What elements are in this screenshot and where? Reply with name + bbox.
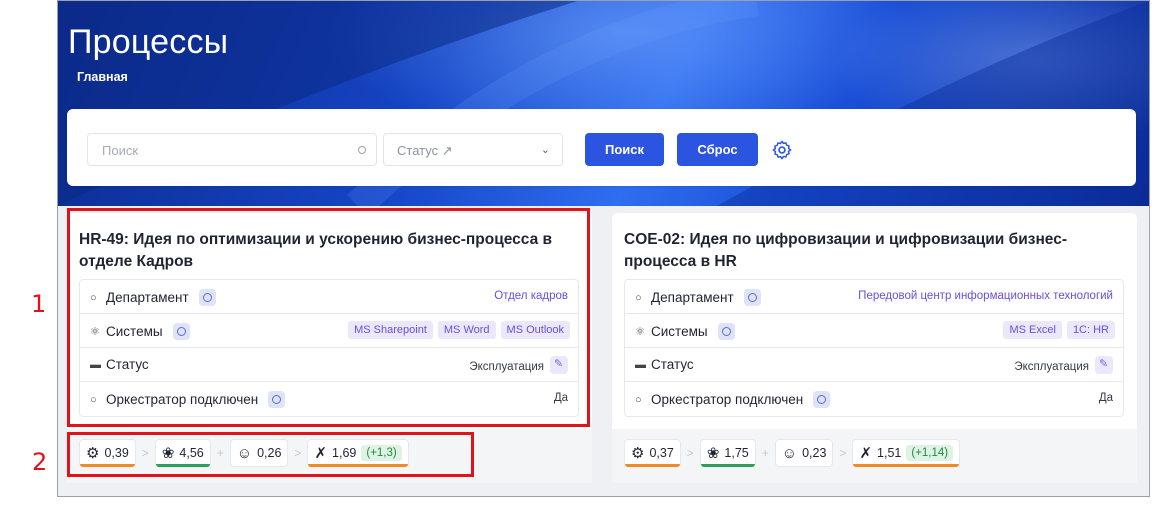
- status-icon: ▬: [635, 358, 646, 371]
- reset-button[interactable]: Сброс: [677, 133, 758, 166]
- circle-icon: ○: [635, 291, 642, 304]
- person-off-icon: ✗: [859, 445, 873, 462]
- prop-row-systems: ⚛ Системы MS Excel 1C: HR: [625, 314, 1123, 348]
- help-icon[interactable]: [813, 391, 831, 408]
- robot-icon: ❀: [706, 445, 720, 462]
- department-label: Департамент: [651, 290, 734, 305]
- prop-row-status: ▬ Статус Эксплуатация: [625, 348, 1123, 382]
- orchestrator-value: Да: [1098, 392, 1113, 404]
- chevron-down-icon: ⌄: [540, 144, 550, 156]
- prop-row-department: ○ Департамент Передовой центр информацио…: [625, 280, 1123, 314]
- breadcrumb[interactable]: Главная: [77, 70, 128, 84]
- status-placeholder: Статус ↗: [397, 143, 453, 158]
- status-label: Статус: [651, 357, 694, 372]
- department-value[interactable]: Передовой центр информационных технологи…: [858, 290, 1113, 302]
- metric-delta: (+1,14): [906, 445, 954, 461]
- metric-bar: [853, 464, 960, 467]
- circle-icon: ○: [635, 393, 642, 406]
- search-placeholder: Поиск: [102, 143, 139, 158]
- annotation-marker: 2: [32, 448, 48, 476]
- systems-label: Системы: [651, 324, 708, 339]
- systems-tags: MS Excel 1C: HR: [1003, 321, 1115, 339]
- smile-icon: ☺: [781, 444, 798, 462]
- plus-icon: +: [761, 446, 769, 460]
- metric-person-off[interactable]: ✗ 1,51 (+1,14): [852, 439, 961, 467]
- search-input[interactable]: Поиск: [87, 133, 377, 166]
- system-tag[interactable]: MS Excel: [1003, 321, 1062, 339]
- filter-bar: Поиск Статус ↗ ⌄ Поиск Сброс: [67, 109, 1136, 186]
- metrics-strip: ⚙ 0,37 > ❀ 1,75 + ☺ 0,23 > ✗ 1,51 (+1,14…: [612, 429, 1137, 483]
- gear-icon[interactable]: [771, 139, 793, 161]
- nodes-icon: ⚛: [635, 326, 645, 338]
- status-value: Эксплуатация: [1014, 356, 1113, 376]
- system-tag[interactable]: 1C: HR: [1066, 321, 1115, 339]
- help-icon[interactable]: [717, 323, 735, 340]
- metric-robot[interactable]: ❀ 1,75: [699, 439, 756, 467]
- help-icon[interactable]: [743, 289, 761, 306]
- search-icon: [358, 146, 366, 154]
- metric-bar: [625, 464, 680, 467]
- metric-value: 0,37: [649, 446, 674, 460]
- card-properties: ○ Департамент Передовой центр информацио…: [624, 279, 1124, 417]
- status-text: Эксплуатация: [1014, 361, 1089, 374]
- people-icon: ⚙: [631, 445, 645, 462]
- metric-value: 1,75: [724, 446, 749, 460]
- chevron-right-icon: >: [839, 446, 847, 460]
- metric-bar: [700, 464, 755, 467]
- page-title: Процессы: [68, 23, 229, 61]
- orchestrator-label: Оркестратор подключен: [651, 392, 804, 407]
- card-title[interactable]: COE-02: Идея по цифровизации и цифровиза…: [624, 229, 1114, 273]
- metric-people[interactable]: ⚙ 0,37: [624, 439, 681, 467]
- highlight-box-metrics: [67, 432, 474, 477]
- chevron-right-icon: >: [686, 446, 694, 460]
- edit-icon[interactable]: [1095, 356, 1113, 374]
- metric-value: 1,51: [877, 446, 902, 460]
- highlight-box-card: [67, 208, 590, 427]
- metric-value: 0,23: [802, 446, 827, 460]
- annotation-marker: 1: [31, 290, 47, 318]
- metric-smile[interactable]: ☺ 0,23: [774, 439, 834, 467]
- metrics-row: ⚙ 0,37 > ❀ 1,75 + ☺ 0,23 > ✗ 1,51 (+1,14…: [624, 439, 961, 467]
- prop-row-orchestrator: ○ Оркестратор подключен Да: [625, 382, 1123, 416]
- search-button[interactable]: Поиск: [585, 133, 664, 166]
- status-select[interactable]: Статус ↗ ⌄: [383, 133, 563, 166]
